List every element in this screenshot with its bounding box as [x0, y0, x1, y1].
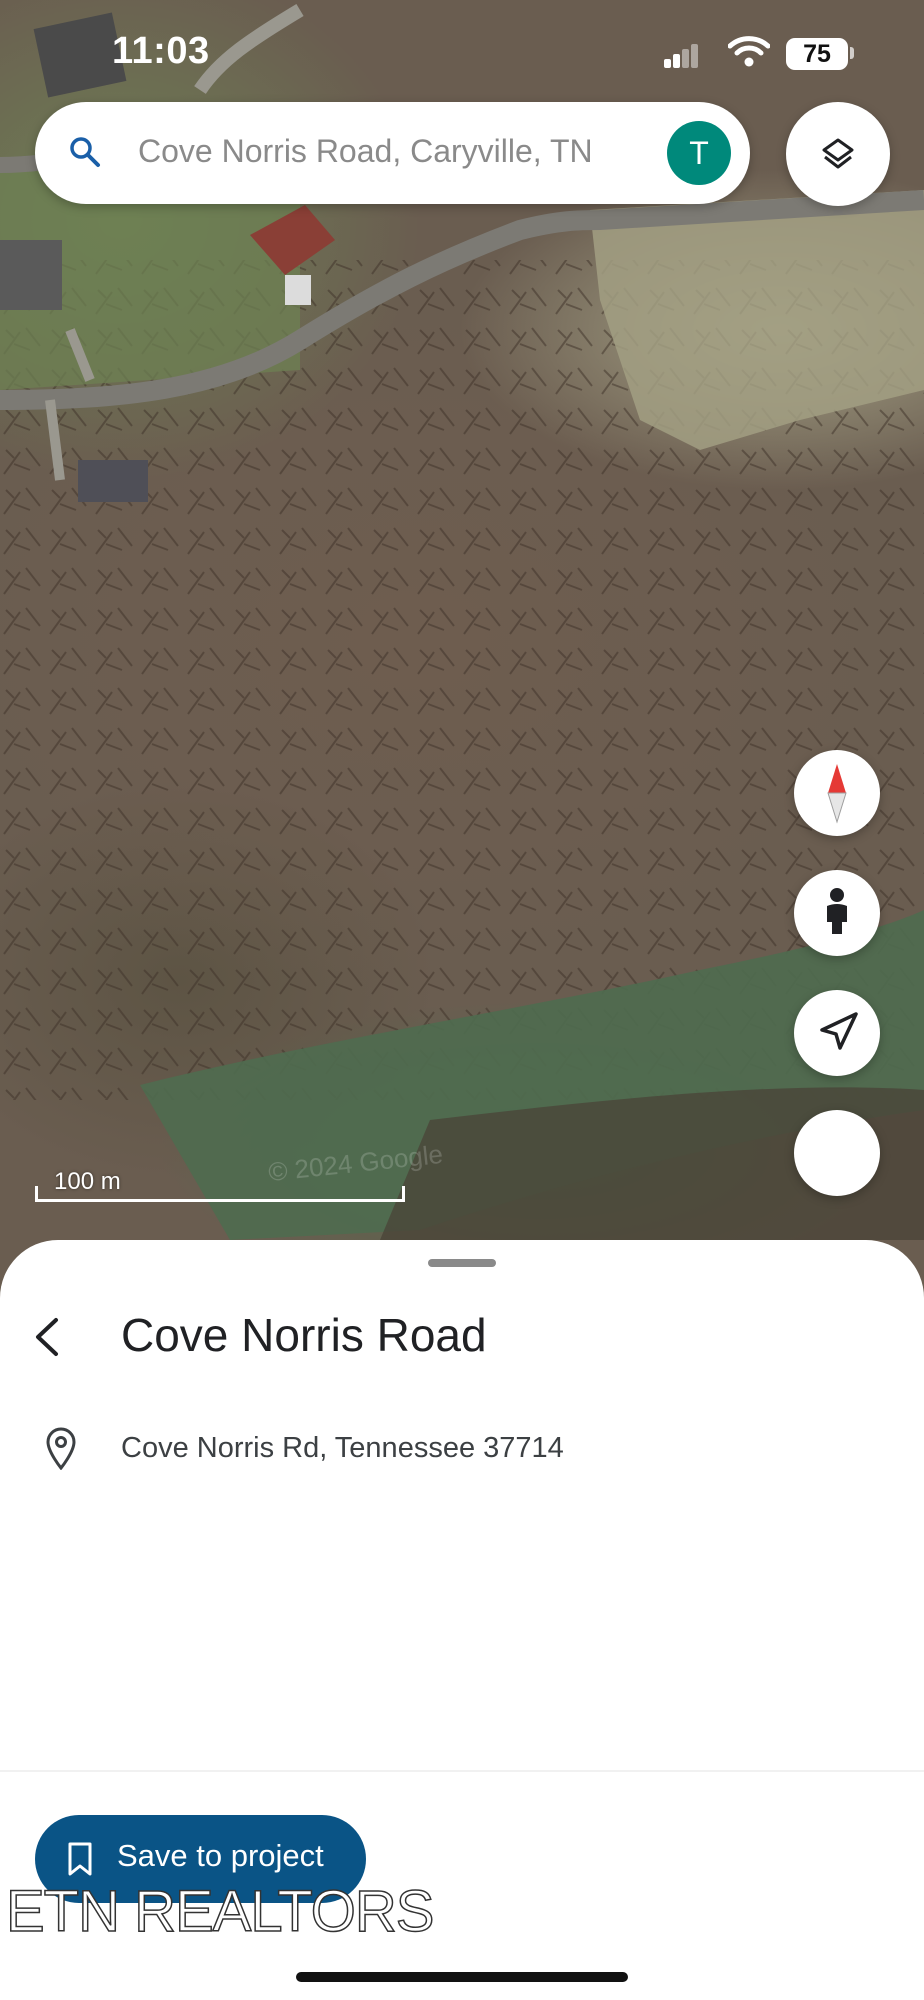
bookmark-icon — [68, 1842, 92, 1876]
place-address: Cove Norris Rd, Tennessee 37714 — [121, 1432, 564, 1464]
sheet-divider — [0, 1770, 924, 1772]
search-icon[interactable] — [67, 134, 103, 170]
scale-bar — [35, 1186, 405, 1202]
save-to-project-label: Save to project — [117, 1838, 324, 1873]
map-action-button[interactable] — [794, 1110, 880, 1196]
home-indicator[interactable] — [296, 1972, 628, 1982]
street-view-button[interactable] — [794, 870, 880, 956]
account-avatar[interactable]: T — [667, 121, 731, 185]
compass-icon — [827, 764, 847, 824]
layers-icon — [822, 138, 854, 169]
battery-tip — [850, 47, 854, 59]
cellular-signal-icon — [664, 44, 700, 68]
layers-button[interactable] — [786, 102, 890, 206]
navigate-icon — [820, 1012, 858, 1050]
back-arrow-icon[interactable] — [28, 1310, 68, 1364]
street-view-icon — [827, 888, 847, 934]
brand-watermark: ETN REALTORS — [5, 1878, 435, 1945]
search-input[interactable]: Cove Norris Road, Caryville, TN — [138, 133, 593, 170]
wifi-icon — [728, 36, 770, 67]
battery-indicator: 75 — [786, 38, 848, 70]
place-title: Cove Norris Road — [121, 1309, 487, 1361]
navigate-button[interactable] — [794, 990, 880, 1076]
sheet-drag-handle[interactable] — [428, 1259, 496, 1267]
location-pin-icon — [46, 1427, 76, 1470]
compass-button[interactable] — [794, 750, 880, 836]
status-time: 11:03 — [112, 30, 210, 72]
